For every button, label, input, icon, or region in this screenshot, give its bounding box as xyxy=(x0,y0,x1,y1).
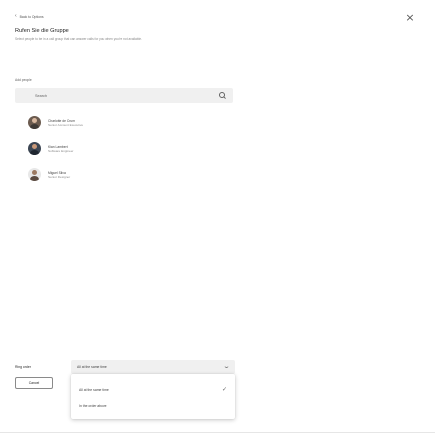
cancel-button[interactable]: Cancel xyxy=(15,377,53,389)
close-icon[interactable]: × xyxy=(404,12,416,24)
ring-order-option-in-order[interactable]: In the order above xyxy=(79,404,107,408)
chevron-left-icon: ‹ xyxy=(15,13,17,19)
ring-order-label: Ring order xyxy=(15,365,31,369)
person-role: Senior Account Executive xyxy=(48,122,84,127)
person-role: Senior Designer xyxy=(48,174,71,179)
call-group-panel: ‹ Back to Options × Rufen Sie die Gruppe… xyxy=(0,0,435,433)
person-list-item[interactable]: Charlotte de Crum Senior Account Executi… xyxy=(28,116,83,129)
person-list-item[interactable]: Miguel Silva Senior Designer xyxy=(28,168,70,181)
person-list-item[interactable]: Kian Lambert Software Engineer xyxy=(28,142,73,155)
avatar xyxy=(28,168,41,181)
people-search-box[interactable] xyxy=(15,88,233,103)
page-title: Rufen Sie die Gruppe xyxy=(15,28,69,34)
ring-order-option-same-time[interactable]: All at the same time xyxy=(79,388,109,392)
add-people-label: Add people xyxy=(15,78,32,82)
back-link-label: Back to Options xyxy=(19,14,44,19)
back-to-options-link[interactable]: ‹ Back to Options xyxy=(15,14,44,19)
person-role: Software Engineer xyxy=(48,148,74,153)
chevron-down-icon[interactable]: ⌄ xyxy=(223,364,231,370)
avatar xyxy=(28,116,41,129)
avatar xyxy=(28,142,41,155)
ring-order-options-menu: All at the same time ✓ In the order abov… xyxy=(71,374,235,419)
search-icon[interactable] xyxy=(218,91,227,100)
search-input[interactable] xyxy=(35,93,185,98)
ring-order-selected-value: All at the same time xyxy=(77,365,107,369)
page-subtitle: Select people to be in a call group that… xyxy=(15,37,142,41)
ring-order-dropdown[interactable]: All at the same time ⌄ xyxy=(71,360,235,374)
checkmark-icon: ✓ xyxy=(222,387,228,393)
